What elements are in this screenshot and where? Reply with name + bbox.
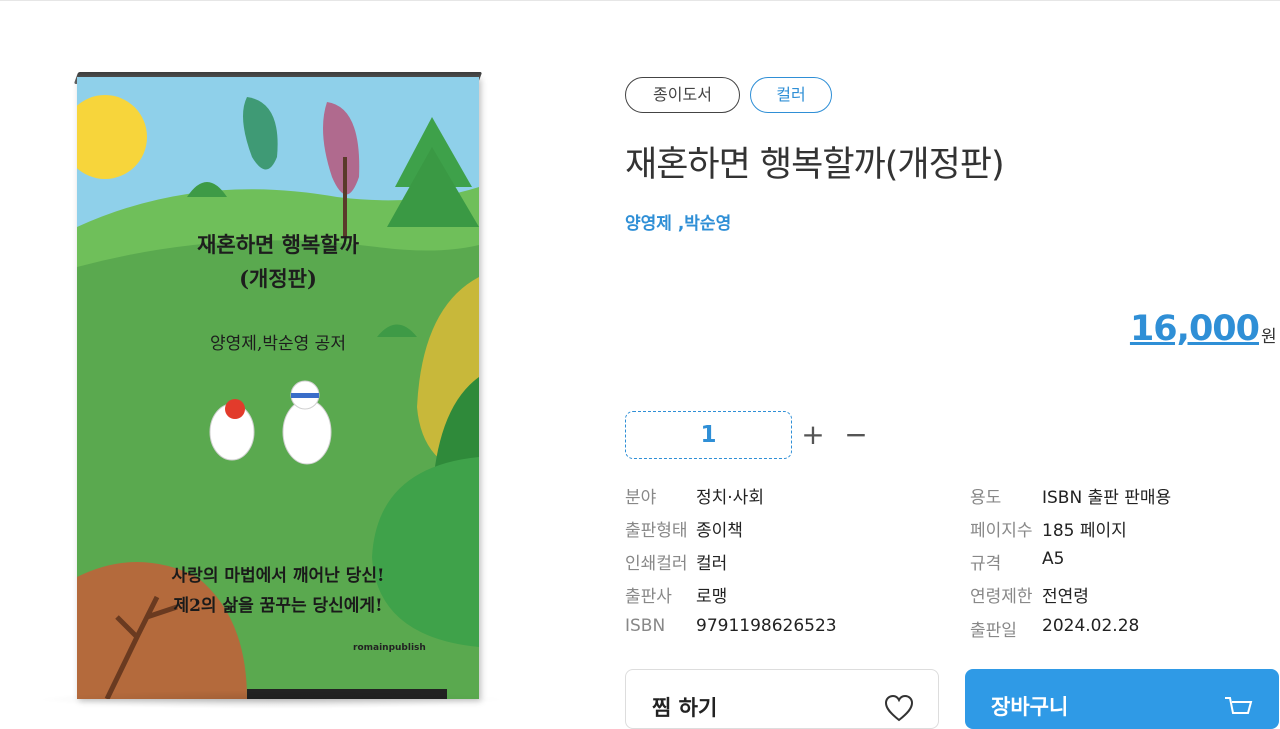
spec-value-isbn: 9791198626523 [696,616,837,636]
top-divider [0,0,1280,1]
spec-label-isbn: ISBN [625,616,666,636]
spec-value-size: A5 [1042,549,1065,569]
spec-label-age-limit: 연령제한 [970,587,1033,607]
spec-value-publisher: 로맹 [696,587,728,607]
wishlist-button[interactable]: 찜 하기 [625,669,939,729]
spec-value-format: 종이책 [696,521,743,541]
cover-tagline-1: 사랑의 마법에서 깨어난 당신! [171,566,385,586]
price-amount: 16,000 [1129,309,1260,349]
cart-icon [1223,695,1253,727]
spec-value-age-limit: 전연령 [1042,587,1089,607]
spec-label-print-color: 인쇄컬러 [625,554,688,574]
spec-value-pages: 185 페이지 [1042,521,1127,541]
spec-label-pages: 페이지수 [970,521,1033,541]
quantity-increase-button[interactable]: + [800,420,826,450]
cover-tagline-2: 제2의 삶을 꿈꾸는 당신에게! [173,596,383,616]
quantity-decrease-button[interactable]: − [843,420,869,450]
product-title: 재혼하면 행복할까(개정판) [625,145,1005,185]
spec-value-pub-date: 2024.02.28 [1042,616,1140,636]
spec-label-size: 규격 [970,554,1002,574]
spec-value-field: 정치·사회 [696,488,764,508]
spec-label-usage: 용도 [970,488,1002,508]
spec-label-field: 분야 [625,488,657,508]
book-shadow [36,690,506,709]
spec-label-pub-date: 출판일 [970,621,1017,641]
spec-value-print-color: 컬러 [696,554,728,574]
price-unit: 원 [1261,327,1277,347]
quantity-input[interactable]: 1 [625,411,792,459]
format-chip-color[interactable]: 컬러 [750,77,832,113]
spec-label-format: 출판형태 [625,521,688,541]
cover-title-line1: 재혼하면 행복할까 [197,232,359,257]
spec-value-usage: ISBN 출판 판매용 [1042,488,1172,508]
cart-button-label: 장바구니 [991,695,1069,719]
spec-label-publisher: 출판사 [625,587,672,607]
cover-authors: 양영제,박순영 공저 [210,334,346,354]
book-cover-image: 재혼하면 행복할까 (개정판) 양영제,박순영 공저 사랑의 마법에서 깨어난 … [72,72,484,702]
format-chip-paper[interactable]: 종이도서 [625,77,740,113]
add-to-cart-button[interactable]: 장바구니 [965,669,1279,729]
wishlist-button-label: 찜 하기 [652,696,718,720]
product-authors-link[interactable]: 양영제 ,박순영 [625,209,731,234]
cover-artwork: 재혼하면 행복할까 (개정판) 양영제,박순영 공저 사랑의 마법에서 깨어난 … [77,77,479,699]
heart-icon [884,694,914,726]
cover-publisher: romainpublish [353,643,426,653]
cover-title-line2: (개정판) [239,266,317,291]
